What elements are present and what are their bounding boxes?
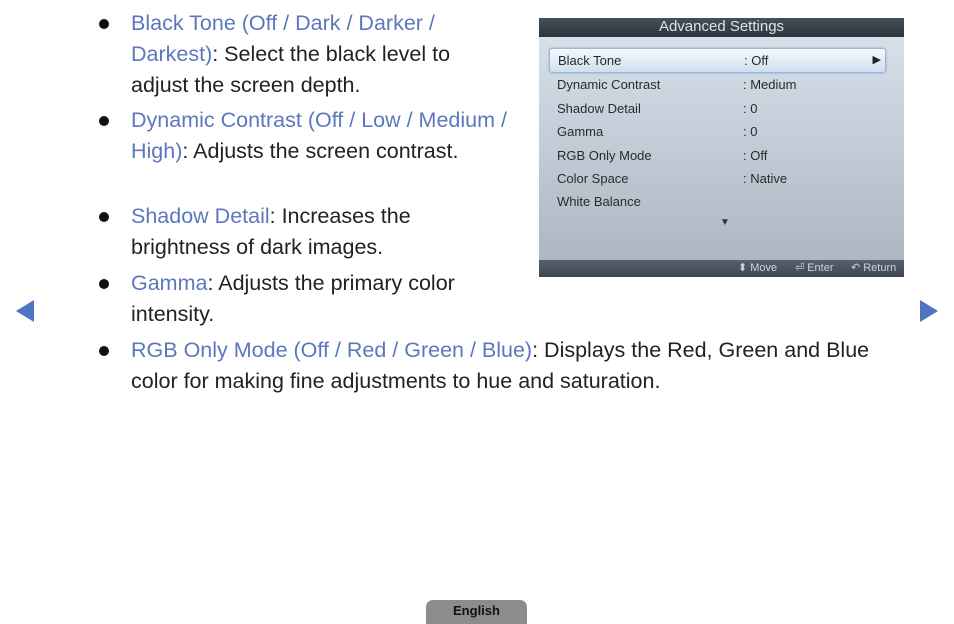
bullet-term: Shadow Detail [131,204,270,228]
menu-item-label: White Balance [557,194,641,210]
bullet-dot [99,279,109,289]
enter-label: Enter [807,262,834,274]
bullet-dynamic-contrast: Dynamic Contrast (Off / Low / Medium / H… [99,105,511,167]
move-label: Move [750,262,778,274]
return-icon: ↶ [851,262,861,274]
menu-item-dynamic-contrast[interactable]: Dynamic Contrast : Medium [539,73,904,96]
menu-item-label: RGB Only Mode [557,147,652,163]
next-page-arrow-icon[interactable] [920,300,938,322]
menu-item-white-balance[interactable]: White Balance [539,190,904,213]
move-hint: ⬍ Move [738,260,777,277]
language-tab[interactable]: English [426,600,527,624]
menu-item-shadow-detail[interactable]: Shadow Detail : 0 [539,97,904,120]
menu-item-label: Shadow Detail [557,100,641,116]
menu-item-label: Gamma [557,124,604,140]
menu-item-black-tone[interactable]: Black Tone : Off ▶ [549,48,886,74]
menu-footer: ⬍ Move ⏎ Enter ↶ Return [539,260,904,277]
bullet-term: Gamma [131,271,208,295]
bullet-black-tone: Black Tone (Off / Dark / Darker / Darkes… [99,8,491,101]
bullet-dot [99,19,109,29]
bullet-rgb-only-mode: RGB Only Mode (Off / Red / Green / Blue)… [99,335,891,397]
advanced-settings-menu: Advanced Settings Black Tone : Off ▶ Dyn… [539,18,904,277]
bullet-gamma: Gamma: Adjusts the primary color intensi… [99,268,511,330]
bullet-desc: : Adjusts the screen contrast. [182,139,459,163]
menu-item-value: : 0 [743,124,758,140]
menu-item-label: Color Space [557,170,629,186]
menu-item-value: : Native [743,170,788,186]
menu-item-label: Black Tone [558,53,622,68]
return-label: Return [863,262,897,274]
menu-item-value: : Medium [743,77,797,93]
bullet-dot [99,212,109,222]
right-arrow-icon: ▶ [872,54,881,66]
menu-item-color-space[interactable]: Color Space : Native [539,167,904,190]
bullet-shadow-detail: Shadow Detail: Increases the brightness … [99,201,511,263]
menu-item-gamma[interactable]: Gamma : 0 [539,120,904,143]
bullet-dot [99,346,109,356]
return-hint: ↶ Return [851,260,896,277]
enter-hint: ⏎ Enter [795,260,834,277]
bullet-term: RGB Only Mode (Off / Red / Green / Blue) [131,338,533,362]
settings-list: Black Tone : Off ▶ Dynamic Contrast : Me… [539,48,904,214]
menu-item-rgb-only-mode[interactable]: RGB Only Mode : Off [539,144,904,167]
scroll-down-arrow-icon[interactable]: ▼ [720,217,730,228]
menu-item-value: : Off [743,147,768,163]
menu-item-value: : 0 [743,100,758,116]
enter-icon: ⏎ [795,262,805,274]
menu-item-value: : Off [744,53,769,68]
bullet-dot [99,116,109,126]
menu-title: Advanced Settings [539,18,904,37]
previous-page-arrow-icon[interactable] [16,300,34,322]
up-down-icon: ⬍ [738,262,748,274]
menu-item-label: Dynamic Contrast [557,77,661,93]
